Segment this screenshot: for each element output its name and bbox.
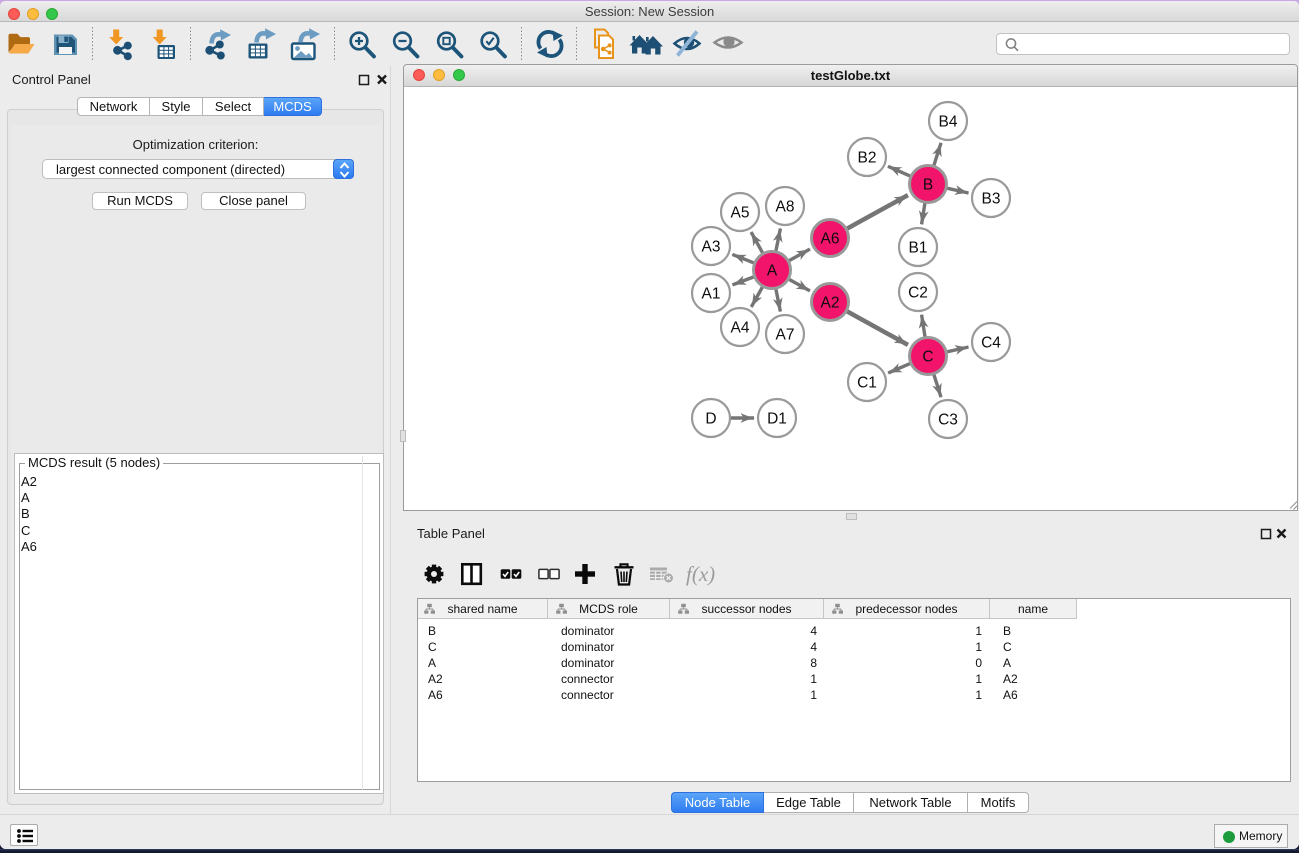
svg-text:B2: B2 — [858, 150, 877, 167]
svg-text:B4: B4 — [939, 114, 958, 131]
svg-text:A7: A7 — [776, 327, 795, 344]
svg-text:C2: C2 — [908, 285, 928, 302]
svg-text:D: D — [705, 411, 716, 428]
svg-text:f(x): f(x) — [686, 562, 715, 586]
svg-text:B3: B3 — [982, 191, 1001, 208]
svg-text:C: C — [922, 349, 933, 366]
svg-text:A4: A4 — [731, 320, 750, 337]
svg-text:B: B — [923, 177, 933, 194]
svg-text:B1: B1 — [909, 240, 928, 257]
svg-text:A2: A2 — [821, 295, 840, 312]
svg-text:A1: A1 — [702, 286, 721, 303]
svg-text:C1: C1 — [857, 375, 877, 392]
svg-text:A3: A3 — [702, 239, 721, 256]
svg-text:A5: A5 — [731, 205, 750, 222]
svg-text:D1: D1 — [767, 411, 787, 428]
svg-text:C4: C4 — [981, 335, 1001, 352]
svg-text:A8: A8 — [776, 199, 795, 216]
svg-text:A6: A6 — [821, 231, 840, 248]
svg-text:C3: C3 — [938, 412, 958, 429]
svg-text:A: A — [767, 263, 778, 280]
